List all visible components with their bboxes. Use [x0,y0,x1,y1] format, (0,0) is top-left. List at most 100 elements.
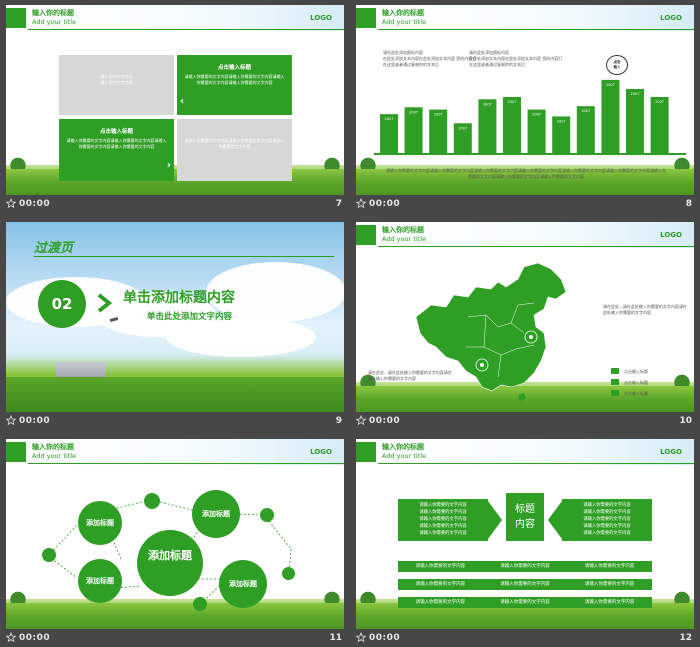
slide-timing: 00:00 [369,633,401,643]
chart-bar [601,79,620,153]
star-icon[interactable] [6,632,16,644]
chart-footer-text: 请输入你需要的文字内容请输入你需要的文字内容请输入你需要的文字内容请输入你需要的… [386,168,666,179]
topic-node: 添加标题 [192,490,240,538]
legend-swatch [611,379,619,385]
green-box-top-right: 点击输入标题 请输入你需要的文字内容请输入你需要的文字内容请输入你需要的文字内容… [177,55,292,115]
star-icon[interactable] [356,632,366,644]
bar-label: 2007 [532,113,541,117]
section-subheading: 单击此处添加文字内容 [147,312,233,322]
box-body: 请输入你需要的文字内容请输入你需要的文字内容请输入你需要的文字内容请输入你需要的… [184,74,285,85]
bar-label: 2007 [631,92,640,96]
center-title-box: 标题 内容 [506,493,544,541]
row-text: 请输入你需要的文字内容 [415,582,466,587]
chart-bar [503,97,521,153]
text-line: 请输入你需要的文字内容 [583,517,631,522]
slide-number: 10 [679,416,692,426]
left-text-box: 请输入你需要的文字内容 请输入你需要的文字内容 请输入你需要的文字内容 请输入你… [398,499,488,541]
slide-timing: 00:00 [19,199,51,209]
text-line: 请输入你需要的文字内容 [419,517,467,522]
header-square [356,442,376,462]
bar-label: 2007 [557,119,566,123]
text-line: 请输入你需要的文字内容 [583,524,631,529]
bar-label: 2007 [434,113,443,117]
slide-meta: 00:00 9 [6,415,344,429]
grass-field [6,377,344,412]
bar-label: 2007 [508,100,517,104]
slide-timing: 00:00 [369,416,401,426]
slide-number: 7 [335,199,342,209]
legend-label: 点击输入标题 [624,380,648,385]
content-row: 请输入你需要的文字内容 请输入你需要的文字内容 请输入你需要的文字内容 [398,561,652,572]
text-line: 请输入你需要的文字内容 [419,503,467,508]
header-title: 输入你的标题 [382,443,424,451]
grass-strip [6,169,344,195]
chart-bar [650,97,669,153]
logo-text: LOGO [660,231,682,239]
arrow-left-icon [548,501,562,539]
chart-baseline [374,153,686,155]
grey-box-bottom-right: 请输入你需要的文字内容请输入你需要的文字内容请输入你需要的文字内容 [177,119,292,181]
map-note-left: 请在此处...请在此处输入你需要的文字内容请在此处输入你需要的文字内容 [368,370,452,381]
header-subtitle: Add your title [382,452,427,460]
section-title: 过渡页 [34,241,74,256]
logo-text: LOGO [660,448,682,456]
grey-box-top-left: 输入你的文字内容 输入你的文字内容 [59,55,174,115]
slide-meta: 00:00 11 [6,632,344,646]
center-topic-node: 添加标题 [137,530,203,596]
china-map [415,262,567,401]
box-body: 请输入你需要的文字内容请输入你需要的文字内容请输入你需要的文字内容请输入你需要的… [66,138,167,149]
slide-meta: 00:00 8 [356,198,694,212]
legend-swatch [611,368,619,374]
star-icon[interactable] [6,198,16,210]
header-square [6,8,26,28]
header-title: 输入你的标题 [382,226,424,234]
legend-swatch [611,390,619,396]
slide-thumbnail-7[interactable]: 输入你的标题 Add your title LOGO 输入你的文字内容 输入你的文… [6,5,344,195]
dot-node [193,597,207,611]
slide-number: 9 [335,416,342,426]
row-text: 请输入你需要的文字内容 [415,600,466,605]
slide-meta: 00:00 7 [6,198,344,212]
dot-node [144,493,160,509]
slide-meta: 00:00 10 [356,415,694,429]
content-panel [6,31,344,165]
chart-bar [478,99,497,153]
slide-timing: 00:00 [369,199,401,209]
header-title: 输入你的标题 [32,9,74,17]
row-text: 请输入你需要的文字内容 [500,564,550,569]
chevron-right-icon [97,293,112,313]
row-text: 请输入你需要的文字内容 [415,564,466,569]
bar-label: 2007 [606,83,615,87]
star-icon[interactable] [356,198,366,210]
slide-timing: 00:00 [19,633,51,643]
bar-label: 2007 [409,110,418,114]
section-heading: 单击添加标题内容 [123,290,235,306]
bar-label: 2007 [655,100,664,104]
text-line: 请输入你需要的文字内容 [583,503,631,508]
header-subtitle: Add your title [32,18,77,26]
map-note-right: 请在此处...请在此处输入你需要的文字内容请在此处输入你需要的文字内容 [603,304,687,315]
chevron-left-icon: ‹ [180,96,185,107]
slide-thumbnail-8[interactable]: 输入你的标题 Add your title LOGO 请在此处添加图标内容 在此… [356,5,694,195]
cloud [166,317,316,357]
header-divider [378,463,694,464]
star-icon[interactable] [356,415,366,427]
callout-bubble: 点击 输入 [606,55,628,75]
bar-chart: 2007 2007 2007 2007 2007 2007 2007 2007 2007 2007… [374,79,686,155]
legend-label: 点击输入标题 [624,369,648,374]
slide-number: 8 [685,199,692,209]
dot-node [282,567,295,580]
row-text: 请输入你需要的文字内容 [584,600,635,605]
slide-thumbnail-12[interactable]: 输入你的标题 Add your title LOGO 请输入你需要的文字内容 请… [356,439,694,629]
topic-node: 添加标题 [78,559,122,603]
chart-bar [576,106,595,153]
slide-thumbnail-11[interactable]: 输入你的标题 Add your title LOGO 添加标题 添加标题 添加标… [6,439,344,629]
row-text: 请输入你需要的文字内容 [584,582,635,587]
slide-timing: 00:00 [19,416,51,426]
box-body: 请输入你需要的文字内容请输入你需要的文字内容请输入你需要的文字内容 [184,138,285,149]
slide-thumbnail-9[interactable]: 过渡页 02 单击添加标题内容 单击此处添加文字内容 [6,222,344,412]
row-text: 请输入你需要的文字内容 [500,600,550,605]
text-line: 请输入你需要的文字内容 [419,524,467,529]
star-icon[interactable] [6,415,16,427]
slide-thumbnail-10[interactable]: 输入你的标题 Add your title LOGO 请在此处...请在此处输入… [356,222,694,412]
